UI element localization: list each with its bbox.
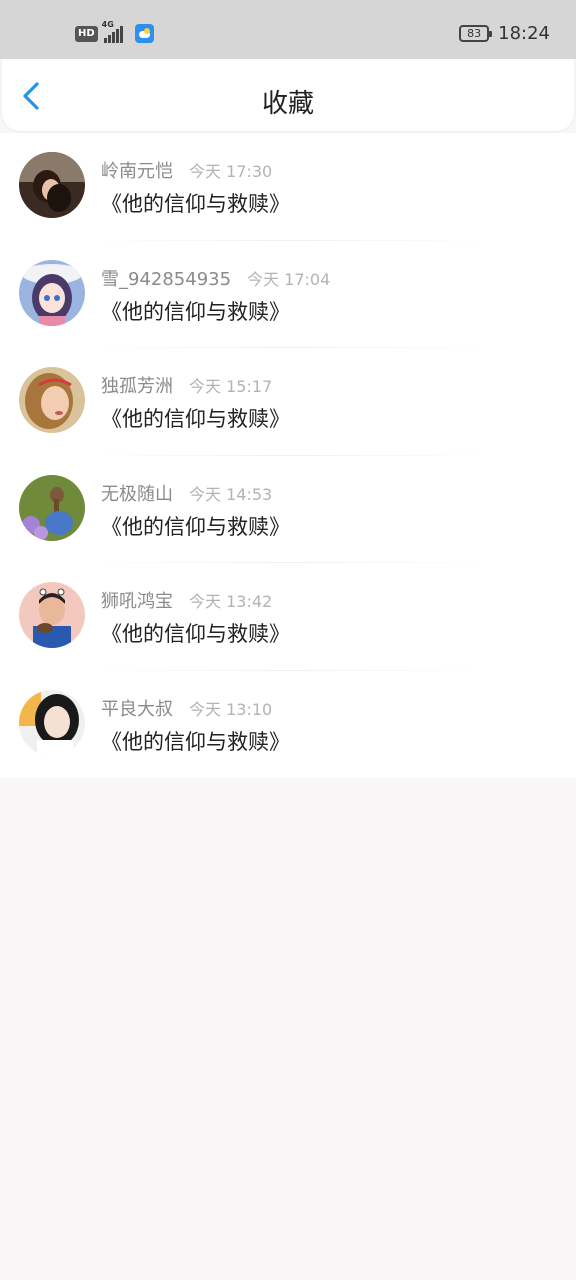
status-right: 83 18:24 bbox=[459, 23, 550, 44]
item-meta: 狮吼鸿宝 今天 13:42 bbox=[101, 587, 272, 613]
avatar[interactable] bbox=[19, 152, 85, 218]
user-name[interactable]: 岭南元恺 bbox=[101, 157, 173, 183]
hd-badge: HD bbox=[75, 25, 98, 42]
user-name[interactable]: 平良大叔 bbox=[101, 695, 173, 721]
item-meta: 雪_942854935 今天 17:04 bbox=[101, 265, 330, 291]
favorites-list: 岭南元恺 今天 17:30 《他的信仰与救赎》 雪_942854935 今天 1… bbox=[0, 133, 576, 778]
avatar-image bbox=[19, 582, 85, 648]
page-header: 收藏 bbox=[2, 59, 574, 131]
item-meta: 平良大叔 今天 13:10 bbox=[101, 695, 272, 721]
list-item[interactable]: 雪_942854935 今天 17:04 《他的信仰与救赎》 bbox=[0, 241, 576, 348]
list-item[interactable]: 平良大叔 今天 13:10 《他的信仰与救赎》 bbox=[0, 671, 576, 779]
list-item[interactable]: 无极随山 今天 14:53 《他的信仰与救赎》 bbox=[0, 456, 576, 563]
book-title[interactable]: 《他的信仰与救赎》 bbox=[101, 618, 290, 648]
book-title[interactable]: 《他的信仰与救赎》 bbox=[101, 296, 290, 326]
book-title[interactable]: 《他的信仰与救赎》 bbox=[101, 188, 290, 218]
avatar-image bbox=[19, 689, 85, 756]
list-item[interactable]: 狮吼鸿宝 今天 13:42 《他的信仰与救赎》 bbox=[0, 563, 576, 671]
book-title[interactable]: 《他的信仰与救赎》 bbox=[101, 511, 290, 541]
signal-icon: 4G bbox=[102, 20, 123, 43]
avatar-image bbox=[19, 474, 85, 541]
battery-level: 83 bbox=[467, 27, 482, 40]
avatar[interactable] bbox=[19, 582, 85, 648]
item-time: 今天 17:30 bbox=[189, 162, 273, 181]
item-meta: 无极随山 今天 14:53 bbox=[101, 480, 272, 506]
item-meta: 岭南元恺 今天 17:30 bbox=[101, 157, 272, 183]
status-bar: HD 4G 83 18:24 bbox=[0, 0, 576, 59]
user-name[interactable]: 独孤芳洲 bbox=[101, 372, 173, 398]
weather-icon bbox=[134, 24, 154, 43]
avatar-image bbox=[19, 367, 85, 433]
item-meta: 独孤芳洲 今天 15:17 bbox=[101, 372, 272, 398]
item-time: 今天 17:04 bbox=[247, 269, 331, 289]
status-clock: 18:24 bbox=[498, 23, 550, 44]
signal-bar bbox=[111, 31, 115, 43]
item-time: 今天 14:53 bbox=[189, 484, 273, 504]
avatar-image bbox=[19, 152, 85, 218]
book-title[interactable]: 《他的信仰与救赎》 bbox=[101, 726, 290, 756]
avatar-image bbox=[19, 259, 85, 326]
status-left: HD 4G bbox=[75, 20, 154, 43]
signal-bar bbox=[103, 37, 107, 43]
book-title[interactable]: 《他的信仰与救赎》 bbox=[101, 403, 290, 433]
network-type: 4G bbox=[101, 19, 114, 29]
list-item[interactable]: 岭南元恺 今天 17:30 《他的信仰与救赎》 bbox=[0, 133, 576, 241]
user-name[interactable]: 雪_942854935 bbox=[101, 265, 231, 291]
signal-bar bbox=[107, 34, 111, 43]
signal-bar bbox=[119, 25, 123, 43]
list-item[interactable]: 独孤芳洲 今天 15:17 《他的信仰与救赎》 bbox=[0, 348, 576, 456]
avatar[interactable] bbox=[19, 259, 85, 326]
user-name[interactable]: 狮吼鸿宝 bbox=[101, 587, 173, 613]
user-name[interactable]: 无极随山 bbox=[101, 480, 173, 506]
item-time: 今天 15:17 bbox=[189, 377, 273, 396]
item-time: 今天 13:42 bbox=[189, 592, 273, 611]
page-title: 收藏 bbox=[261, 89, 314, 119]
avatar[interactable] bbox=[19, 474, 85, 541]
avatar[interactable] bbox=[19, 367, 85, 433]
avatar[interactable] bbox=[19, 689, 85, 756]
battery-icon: 83 bbox=[459, 25, 493, 42]
item-time: 今天 13:10 bbox=[189, 699, 273, 719]
signal-bar bbox=[115, 28, 119, 43]
